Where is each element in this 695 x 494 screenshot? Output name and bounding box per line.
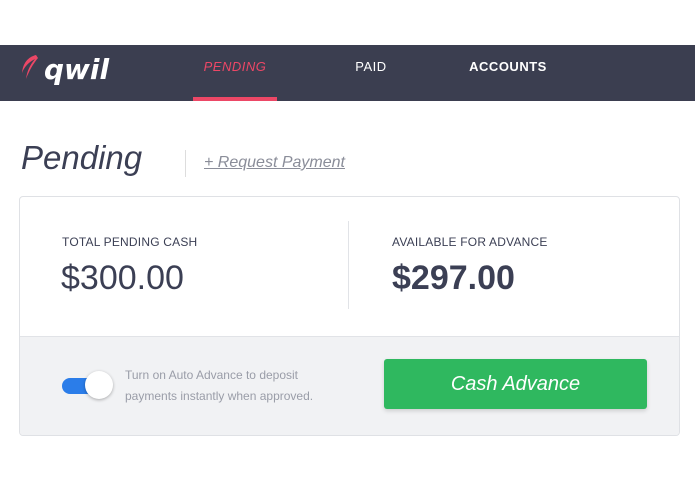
stat-divider [348, 221, 349, 309]
title-divider [185, 150, 186, 177]
tab-paid[interactable]: PAID [341, 45, 401, 101]
top-navbar: qwil PENDING PAID ACCOUNTS [0, 45, 695, 101]
pending-summary-card: TOTAL PENDING CASH $300.00 AVAILABLE FOR… [19, 196, 680, 436]
available-advance-label: AVAILABLE FOR ADVANCE [392, 235, 548, 249]
qwil-logo[interactable]: qwil [18, 51, 128, 91]
auto-advance-toggle[interactable] [62, 371, 114, 401]
total-pending-label: TOTAL PENDING CASH [62, 235, 198, 249]
tab-accounts[interactable]: ACCOUNTS [462, 45, 554, 101]
toggle-knob [85, 371, 113, 399]
request-payment-link[interactable]: + Request Payment [204, 154, 345, 172]
auto-advance-footer: Turn on Auto Advance to deposit payments… [20, 336, 679, 435]
available-advance-value: $297.00 [392, 259, 515, 297]
logo-feather-icon [22, 55, 38, 79]
cash-advance-button[interactable]: Cash Advance [384, 359, 647, 409]
tab-pending[interactable]: PENDING [193, 45, 277, 101]
total-pending-value: $300.00 [61, 259, 184, 297]
logo-wordmark: qwil [44, 53, 110, 86]
page-title: Pending [21, 139, 143, 176]
auto-advance-description: Turn on Auto Advance to deposit payments… [125, 368, 314, 403]
